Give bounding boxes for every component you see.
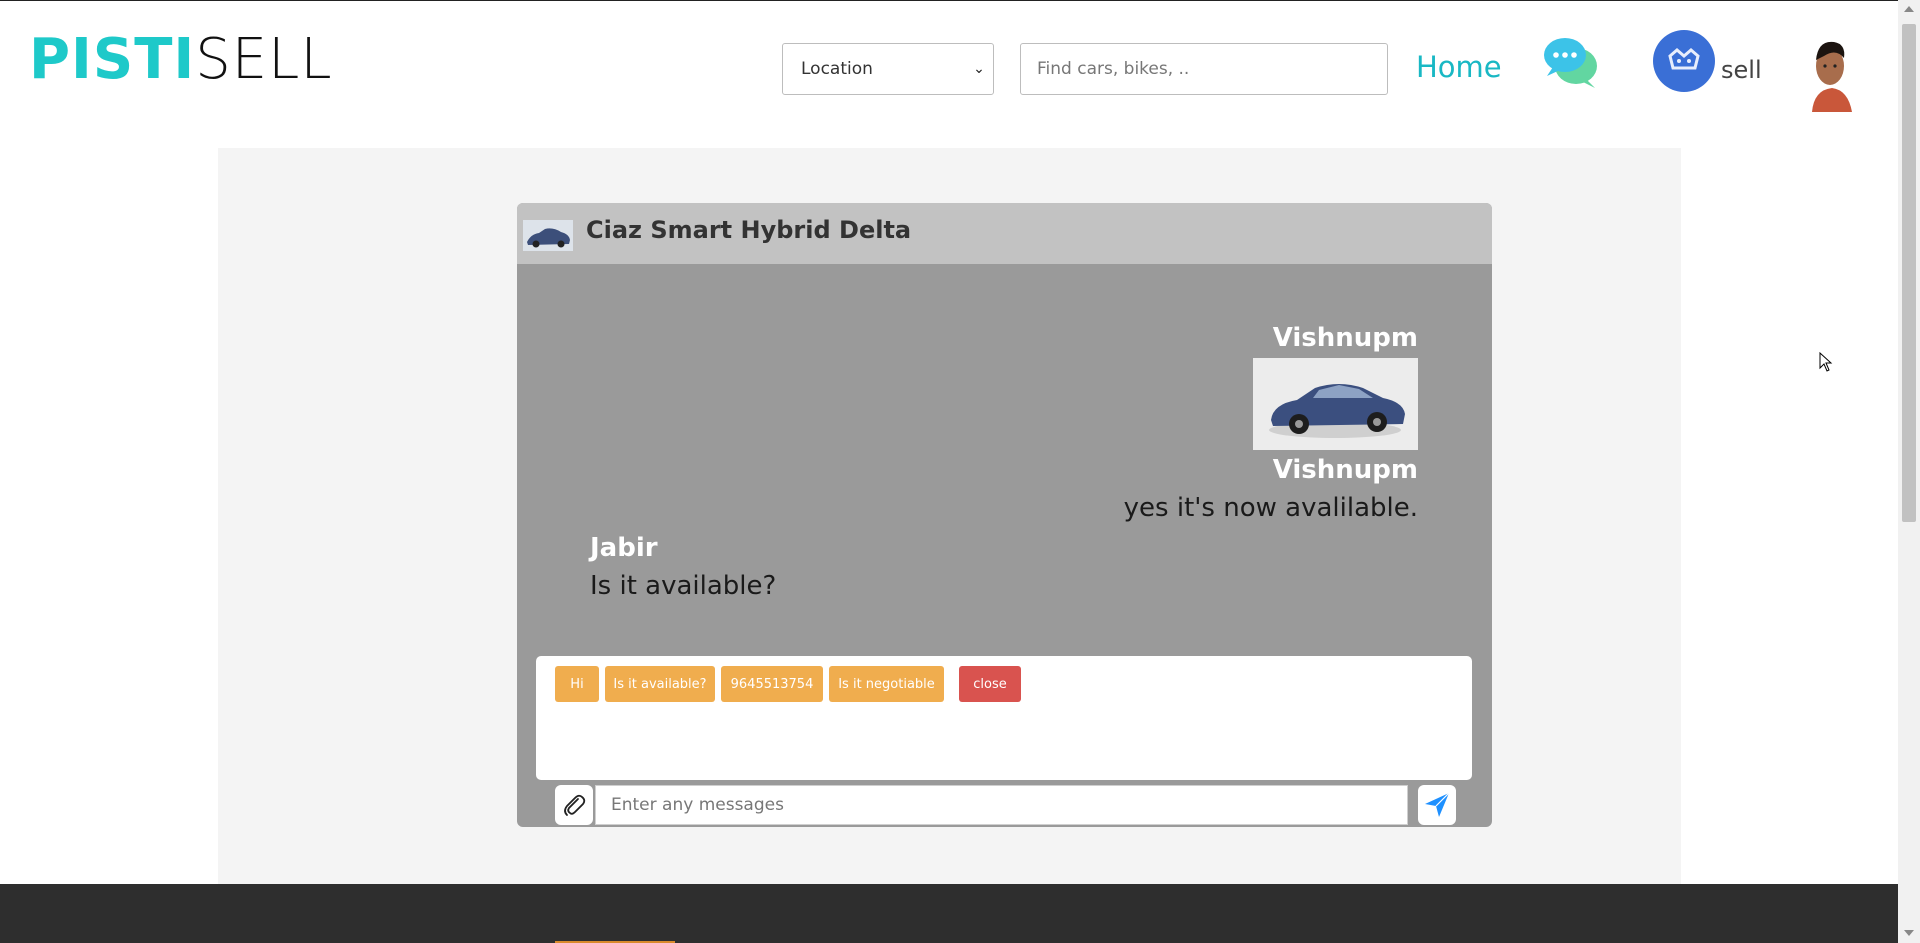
message-input[interactable] — [595, 785, 1408, 825]
scroll-down-icon[interactable] — [1904, 930, 1914, 936]
logo-part-primary: PISTI — [29, 27, 196, 92]
message-car-image[interactable] — [1253, 358, 1418, 450]
search-input[interactable] — [1020, 43, 1388, 95]
chevron-down-icon: ⌄ — [973, 61, 985, 77]
send-plane-icon[interactable] — [1418, 785, 1456, 825]
mouse-cursor-icon — [1819, 351, 1833, 372]
chat-header: Ciaz Smart Hybrid Delta — [517, 203, 1492, 264]
listing-thumbnail[interactable] — [523, 220, 573, 251]
location-select-value: Location — [801, 59, 873, 79]
scroll-up-icon[interactable] — [1904, 6, 1914, 12]
close-button[interactable]: close — [959, 666, 1021, 702]
message-sender: Vishnupm — [1272, 455, 1418, 485]
quick-reply-button[interactable]: Hi — [555, 666, 599, 702]
site-logo[interactable]: PISTISELL — [29, 28, 333, 92]
message-text: yes it's now avalilable. — [1123, 493, 1418, 523]
quick-replies-box: Hi Is it available? 9645513754 Is it neg… — [536, 656, 1472, 780]
logo-part-secondary: SELL — [195, 27, 333, 92]
nav-home-link[interactable]: Home — [1416, 50, 1502, 84]
chat-bubbles-icon[interactable] — [1543, 36, 1599, 90]
scroll-thumb[interactable] — [1902, 24, 1916, 522]
quick-reply-button[interactable]: Is it available? — [605, 666, 715, 702]
message-sender: Jabir — [590, 533, 658, 563]
sell-link[interactable]: sell — [1721, 56, 1762, 84]
quick-reply-button[interactable]: Is it negotiable — [829, 666, 944, 702]
quick-reply-button[interactable]: 9645513754 — [721, 666, 823, 702]
top-border — [0, 0, 1920, 1]
sell-logo-icon[interactable] — [1653, 30, 1715, 92]
location-select[interactable]: Location ⌄ — [782, 43, 994, 95]
chat-title: Ciaz Smart Hybrid Delta — [586, 216, 912, 244]
message-sender: Vishnupm — [1272, 323, 1418, 353]
paperclip-icon[interactable] — [555, 785, 593, 825]
page-scrollbar[interactable] — [1898, 0, 1920, 943]
chat-panel: Ciaz Smart Hybrid Delta Vishnupm Vishnup… — [517, 203, 1492, 827]
message-text: Is it available? — [590, 571, 777, 601]
page-footer — [0, 884, 1898, 943]
user-avatar[interactable] — [1806, 34, 1854, 112]
